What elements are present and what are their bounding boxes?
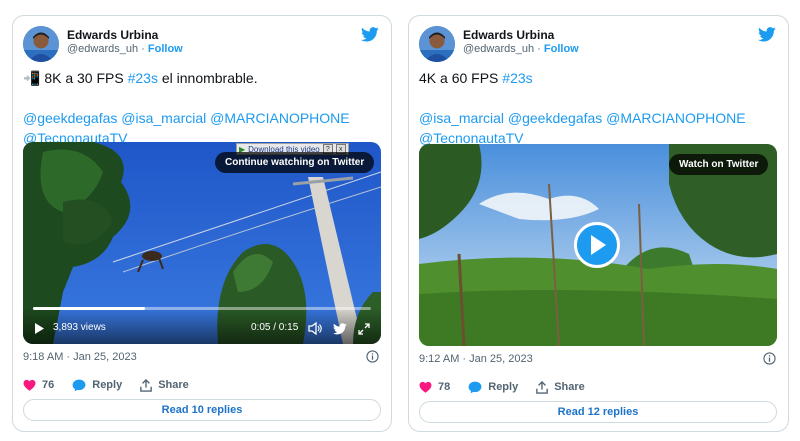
twitter-bird-icon[interactable]	[333, 323, 347, 335]
share-button[interactable]: Share	[536, 380, 585, 394]
avatar[interactable]	[419, 26, 455, 62]
like-button[interactable]: 78	[419, 381, 450, 393]
follow-button[interactable]: Follow	[148, 43, 183, 55]
video-progress-fill	[33, 307, 145, 310]
mentions-line[interactable]: @geekdegafas @isa_marcial @MARCIANOPHONE	[23, 108, 383, 128]
separator-dot: ·	[537, 43, 544, 55]
like-count: 78	[438, 381, 451, 393]
author-name[interactable]: Edwards Urbina	[463, 28, 554, 42]
twitter-bird-icon[interactable]	[758, 27, 776, 42]
tweet-text-tail: el innombrable.	[157, 70, 258, 86]
tweet-actions: 76 Reply Share	[23, 376, 207, 394]
share-icon	[140, 378, 153, 392]
read-replies-button[interactable]: Read 12 replies	[419, 401, 777, 423]
tweet-card: Edwards Urbina @edwards_uh · Follow 4K a…	[408, 15, 789, 432]
author-handle[interactable]: @edwards_uh	[463, 43, 534, 55]
share-icon	[536, 380, 549, 394]
reply-button[interactable]: Reply	[468, 381, 518, 394]
video-player[interactable]: Watch on Twitter	[419, 144, 777, 346]
tweet-text-main: 4K a 60 FPS	[419, 70, 503, 86]
reply-bubble-icon	[468, 381, 482, 393]
tweet-line-1: 📲 8K a 30 FPS #23s el innombrable.	[23, 68, 383, 88]
reply-bubble-icon	[72, 379, 86, 391]
tweet-text-main: 8K a 30 FPS	[44, 70, 128, 86]
fullscreen-icon[interactable]	[358, 323, 370, 335]
reply-button[interactable]: Reply	[72, 379, 122, 392]
author-handle-row: @edwards_uh · Follow	[463, 43, 579, 55]
video-player[interactable]: ▶ Download this video ? x Continue watch…	[23, 142, 381, 344]
video-progress-bar[interactable]	[33, 307, 371, 310]
tweet-line-1: 4K a 60 FPS #23s	[419, 68, 779, 88]
tweet-text: 4K a 60 FPS #23s @isa_marcial @geekdegaf…	[419, 68, 779, 148]
tweet-timestamp[interactable]: 9:12 AM · Jan 25, 2023	[419, 353, 533, 365]
phone-emoji: 📲	[23, 70, 41, 86]
follow-button[interactable]: Follow	[544, 43, 579, 55]
view-count: 3,893 views	[53, 322, 106, 333]
continue-watching-button[interactable]: Continue watching on Twitter	[215, 152, 375, 173]
heart-icon	[23, 379, 36, 391]
video-time: 0:05 / 0:15	[251, 322, 299, 333]
info-icon[interactable]	[763, 352, 776, 365]
tweet-text: 📲 8K a 30 FPS #23s el innombrable. @geek…	[23, 68, 383, 148]
share-button[interactable]: Share	[140, 378, 189, 392]
tweet-timestamp[interactable]: 9:18 AM · Jan 25, 2023	[23, 351, 137, 363]
share-label: Share	[158, 379, 189, 391]
info-icon[interactable]	[366, 350, 379, 363]
watch-on-twitter-button[interactable]: Watch on Twitter	[669, 154, 769, 175]
hashtag-link[interactable]: #23s	[128, 70, 158, 86]
avatar[interactable]	[23, 26, 59, 62]
play-button[interactable]	[574, 222, 620, 268]
tweet-card: Edwards Urbina @edwards_uh · Follow 📲 8K…	[12, 15, 392, 432]
tweet-actions: 78 Reply Share	[419, 378, 603, 396]
play-icon	[591, 235, 606, 255]
like-count: 76	[42, 379, 55, 391]
play-icon[interactable]	[34, 323, 44, 334]
reply-label: Reply	[92, 379, 123, 391]
like-button[interactable]: 76	[23, 379, 54, 391]
author-name[interactable]: Edwards Urbina	[67, 28, 158, 42]
mentions-line[interactable]: @isa_marcial @geekdegafas @MARCIANOPHONE	[419, 108, 779, 128]
read-replies-button[interactable]: Read 10 replies	[23, 399, 381, 421]
heart-icon	[419, 381, 432, 393]
author-handle-row: @edwards_uh · Follow	[67, 43, 183, 55]
reply-label: Reply	[488, 381, 519, 393]
author-handle[interactable]: @edwards_uh	[67, 43, 138, 55]
separator-dot: ·	[141, 43, 148, 55]
twitter-bird-icon[interactable]	[361, 27, 379, 42]
share-label: Share	[554, 381, 585, 393]
hashtag-link[interactable]: #23s	[502, 70, 532, 86]
volume-icon[interactable]	[308, 322, 322, 335]
